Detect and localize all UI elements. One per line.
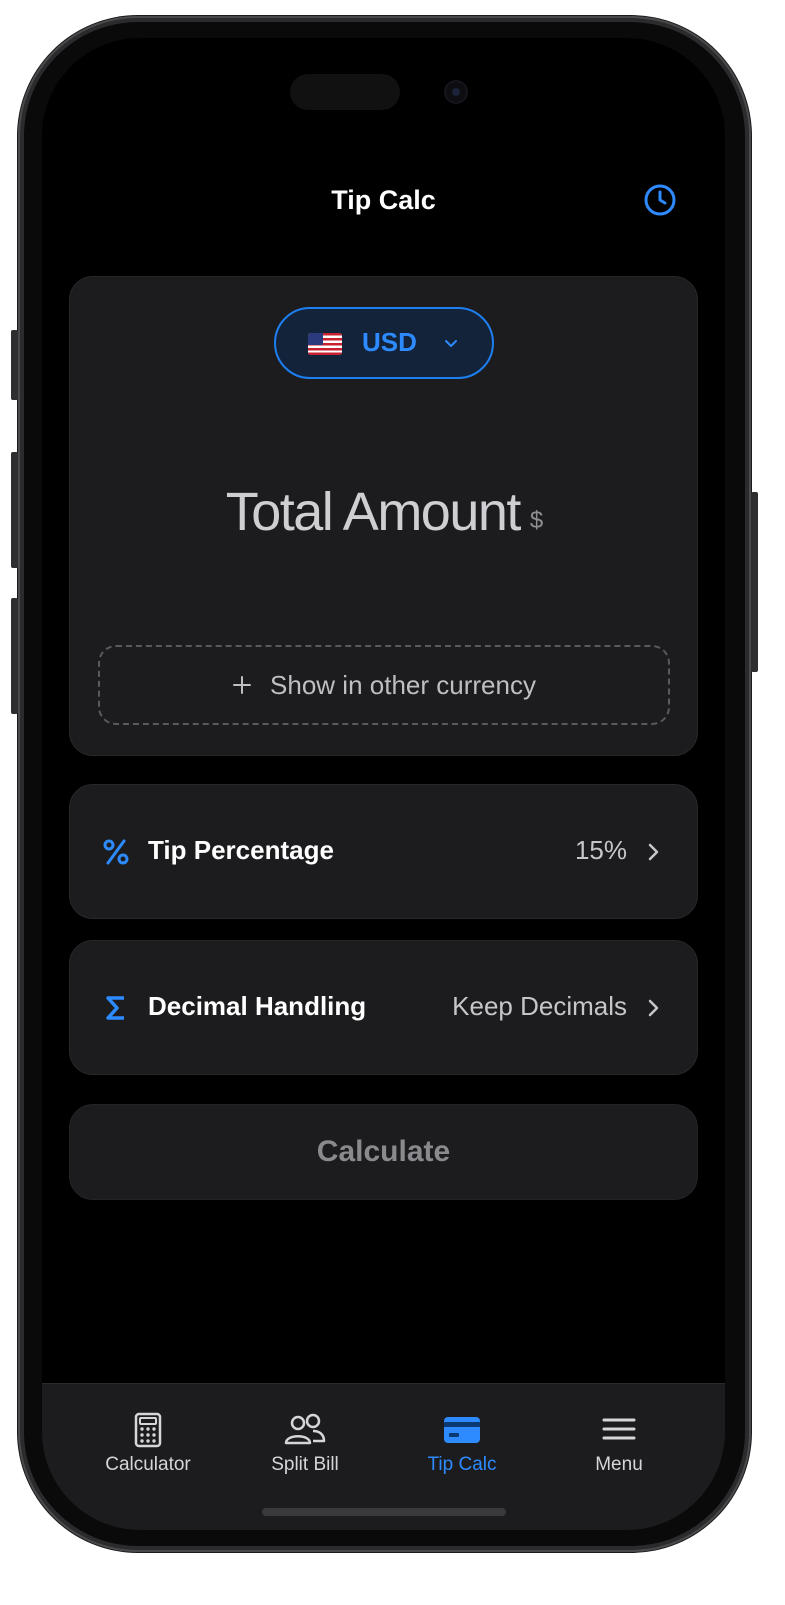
- clock-icon: [644, 184, 676, 216]
- tab-tip-calc[interactable]: Tip Calc: [392, 1412, 532, 1492]
- hamburger-menu-icon: [602, 1418, 636, 1440]
- people-icon: [284, 1413, 326, 1445]
- front-camera: [444, 80, 468, 104]
- amount-card: USD Total Amount $ Show in other currency: [69, 276, 698, 756]
- tab-menu-label: Menu: [595, 1454, 643, 1475]
- volume-down-button: [11, 598, 18, 714]
- app-screen: Tip Calc USD Total Amount $ Show in othe…: [42, 38, 725, 1530]
- tip-percentage-label: Tip Percentage: [148, 835, 334, 865]
- decimal-handling-value: Keep Decimals: [452, 991, 627, 1021]
- tip-percentage-value: 15%: [574, 835, 627, 865]
- chevron-right-icon: [648, 843, 659, 861]
- page-title: Tip Calc: [331, 185, 436, 215]
- total-amount-placeholder: Total Amount: [225, 482, 522, 542]
- us-flag-icon: [308, 333, 342, 355]
- tab-menu[interactable]: Menu: [549, 1412, 689, 1492]
- currency-selector[interactable]: USD: [274, 307, 494, 379]
- currency-code: USD: [362, 327, 417, 357]
- tab-tip-calc-label: Tip Calc: [427, 1454, 497, 1475]
- total-amount-input[interactable]: Total Amount $: [70, 481, 699, 543]
- tab-calculator-label: Calculator: [105, 1454, 191, 1475]
- credit-card-icon: [444, 1417, 480, 1443]
- decimal-handling-row[interactable]: Decimal Handling Keep Decimals: [69, 940, 698, 1075]
- decimal-handling-label: Decimal Handling: [148, 991, 367, 1021]
- percent-icon: [103, 839, 129, 865]
- plus-icon: [233, 676, 252, 694]
- history-button[interactable]: [642, 182, 678, 218]
- sigma-icon: [106, 996, 124, 1020]
- power-button: [751, 492, 758, 672]
- tip-percentage-row[interactable]: Tip Percentage 15%: [69, 784, 698, 919]
- calculate-button[interactable]: Calculate: [69, 1104, 698, 1200]
- home-indicator: [262, 1508, 506, 1516]
- currency-symbol: $: [529, 507, 544, 534]
- show-other-currency-label: Show in other currency: [270, 669, 536, 700]
- volume-up-button: [11, 452, 18, 568]
- tab-split-bill-label: Split Bill: [271, 1454, 339, 1475]
- dynamic-island: [290, 74, 400, 110]
- show-other-currency-button[interactable]: Show in other currency: [98, 645, 670, 725]
- calculator-icon: [134, 1412, 162, 1448]
- tab-split-bill[interactable]: Split Bill: [235, 1412, 375, 1492]
- chevron-down-icon: [445, 340, 457, 347]
- tab-calculator[interactable]: Calculator: [78, 1412, 218, 1492]
- chevron-right-icon: [648, 999, 659, 1017]
- action-button: [11, 330, 18, 400]
